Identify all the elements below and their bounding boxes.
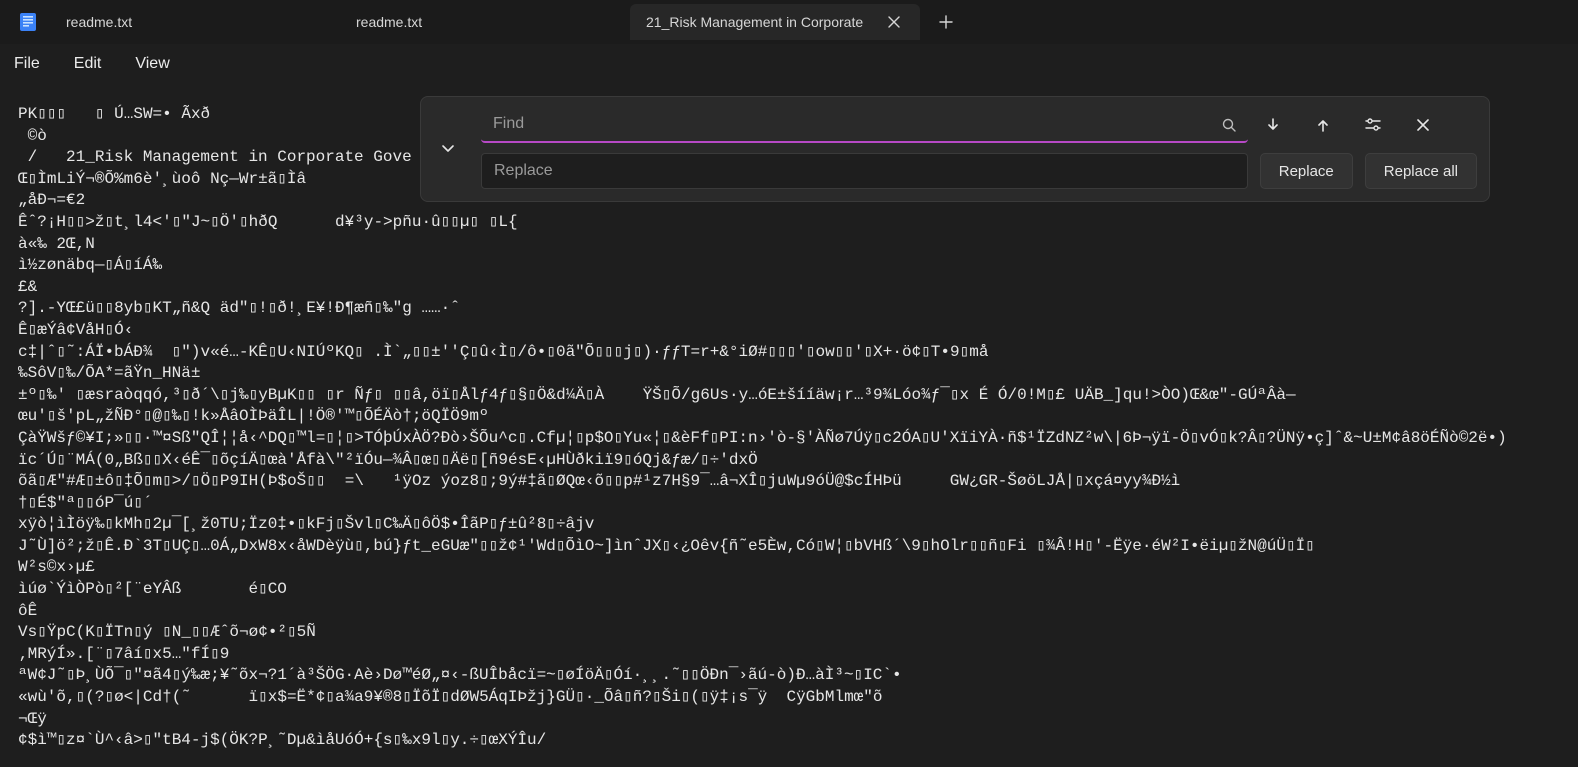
- new-tab-button[interactable]: [928, 4, 964, 40]
- replace-input[interactable]: [481, 153, 1248, 189]
- close-find-button[interactable]: [1410, 112, 1436, 138]
- menu-file[interactable]: File: [14, 55, 40, 73]
- menu-bar: File Edit View: [0, 44, 1578, 84]
- tab-label: readme.txt: [66, 14, 132, 30]
- tab-label: readme.txt: [356, 14, 422, 30]
- tab-bar: readme.txt readme.txt 21_Risk Management…: [0, 0, 1578, 44]
- toggle-replace-button[interactable]: [433, 133, 463, 163]
- find-next-button[interactable]: [1260, 112, 1286, 138]
- find-input[interactable]: [481, 107, 1248, 143]
- find-options-button[interactable]: [1360, 112, 1386, 138]
- search-icon[interactable]: [1218, 114, 1240, 136]
- tab-readme-1[interactable]: readme.txt: [50, 4, 340, 40]
- tab-label: 21_Risk Management in Corporate: [646, 14, 863, 30]
- close-icon[interactable]: [884, 12, 904, 32]
- menu-edit[interactable]: Edit: [74, 55, 102, 73]
- tab-readme-2[interactable]: readme.txt: [340, 4, 630, 40]
- menu-view[interactable]: View: [135, 55, 169, 73]
- replace-all-button[interactable]: Replace all: [1365, 153, 1477, 189]
- app-icon: [16, 10, 40, 34]
- tab-risk-management[interactable]: 21_Risk Management in Corporate: [630, 4, 920, 40]
- find-replace-panel: Replace Replace all: [420, 96, 1490, 202]
- replace-button[interactable]: Replace: [1260, 153, 1353, 189]
- find-previous-button[interactable]: [1310, 112, 1336, 138]
